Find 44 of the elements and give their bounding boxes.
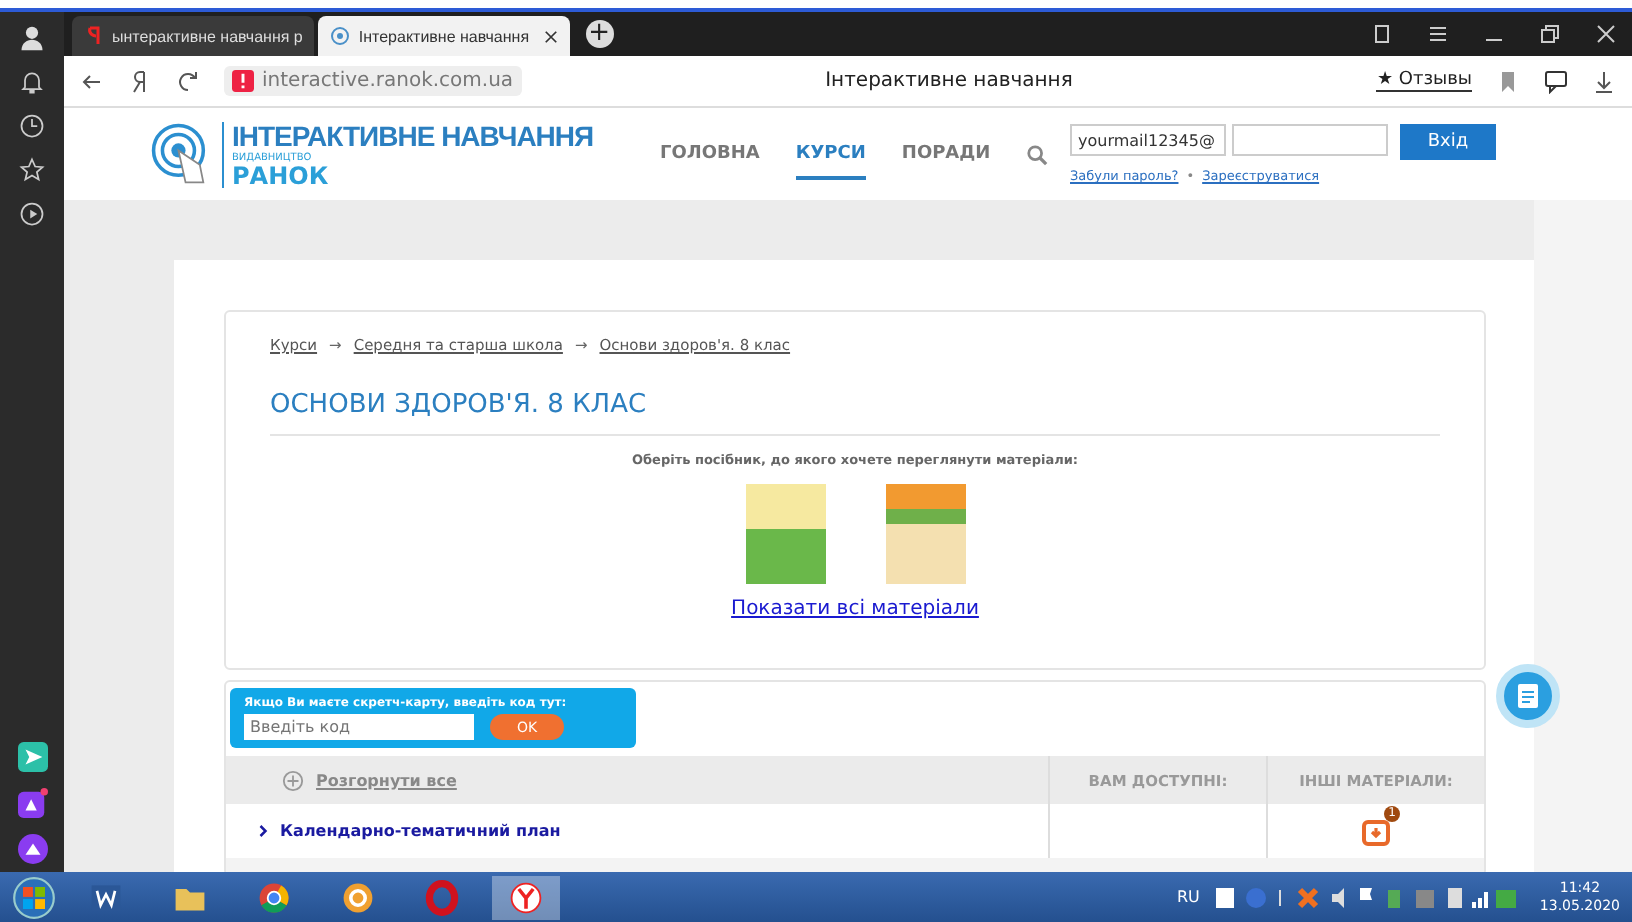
play-icon[interactable] xyxy=(18,200,46,228)
start-button[interactable] xyxy=(12,875,56,919)
logo-title: ІНТЕРАКТИВНЕ НАВЧАННЯ xyxy=(232,121,594,149)
chevron-icon[interactable] xyxy=(258,824,268,838)
nav-link[interactable]: КУРСИ xyxy=(795,128,866,180)
back-icon[interactable] xyxy=(80,69,104,93)
show-all-link[interactable]: Показати всі матеріали xyxy=(731,598,979,620)
app-icon[interactable] xyxy=(17,742,47,772)
bookmark-icon[interactable] xyxy=(1496,69,1520,93)
yandex-browser-icon[interactable] xyxy=(492,875,560,919)
course-title: ОСНОВИ ЗДОРОВ'Я. 8 КЛАС xyxy=(270,390,1440,436)
logo-brand: РАНОК xyxy=(232,163,331,187)
chat-icon[interactable] xyxy=(1544,69,1568,93)
language-indicator[interactable]: RU xyxy=(1176,888,1200,906)
star-icon[interactable] xyxy=(18,156,46,184)
browser-tab[interactable]: Інтерактивне навчання xyxy=(318,16,570,56)
clock-icon[interactable] xyxy=(18,112,46,140)
new-tab-button[interactable]: + xyxy=(585,20,614,48)
nav-link[interactable]: ПОРАДИ xyxy=(901,128,991,180)
email-field[interactable]: yourmail12345@ xyxy=(1070,124,1226,156)
warning-icon xyxy=(232,70,254,92)
notes-icon xyxy=(1514,682,1542,710)
download-icon[interactable] xyxy=(1592,69,1616,93)
assistant-icon[interactable] xyxy=(17,834,47,864)
nav-link[interactable]: ГОЛОВНА xyxy=(660,128,760,180)
code-field[interactable]: Введіть код xyxy=(244,714,474,740)
app-icon[interactable] xyxy=(17,788,47,818)
tray-icons-drawing[interactable] xyxy=(1215,883,1516,911)
password-field[interactable] xyxy=(1232,124,1388,156)
page-title: Інтерактивне навчання xyxy=(823,70,1075,92)
reload-icon[interactable] xyxy=(176,69,200,93)
browser-tab[interactable]: ынтерактивне навчання р xyxy=(72,16,315,56)
restore-icon[interactable] xyxy=(1538,22,1562,46)
reviews-button[interactable]: ★ Отзывы xyxy=(1376,70,1472,92)
close-icon[interactable] xyxy=(543,29,558,43)
search-icon[interactable] xyxy=(1026,143,1049,165)
menu-icon[interactable] xyxy=(1426,22,1450,46)
tabs-icon[interactable] xyxy=(1370,22,1394,46)
login-button[interactable]: Вхід xyxy=(1400,124,1496,160)
download-material-icon[interactable] xyxy=(1362,817,1390,845)
bell-icon[interactable] xyxy=(18,68,46,96)
user-icon[interactable] xyxy=(18,24,46,52)
row-title-link[interactable]: Календарно-тематичний план xyxy=(280,822,561,840)
address-field[interactable]: interactive.ranok.com.ua xyxy=(224,66,522,96)
